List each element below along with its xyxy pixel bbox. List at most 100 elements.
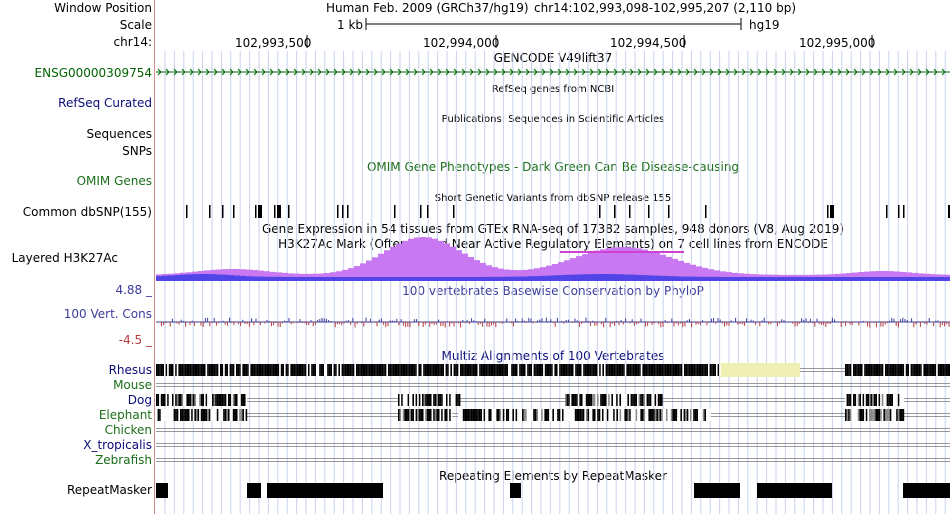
alignment-block <box>402 394 405 406</box>
alignment-block <box>204 394 206 406</box>
alignment-block <box>851 364 853 376</box>
alignment-block <box>415 409 418 421</box>
alignment-block <box>581 394 583 406</box>
alignment-block <box>482 409 484 421</box>
alignment-block <box>550 409 553 421</box>
alignment-block <box>415 394 418 406</box>
alignment-block <box>688 409 690 421</box>
alignment-block <box>861 394 863 406</box>
alignment-block <box>453 364 456 376</box>
alignment-block <box>168 364 171 376</box>
alignment-block <box>617 394 620 406</box>
alignment-block <box>696 364 699 376</box>
alignment-block <box>854 364 857 376</box>
alignment-block <box>466 364 468 376</box>
alignment-block <box>433 394 435 406</box>
alignment-block <box>204 409 206 421</box>
alignment-block <box>433 409 435 421</box>
alignment-block <box>407 409 410 421</box>
alignment-block <box>480 409 482 421</box>
alignment-block <box>910 364 913 376</box>
alignment-block <box>459 409 462 421</box>
alignment-block <box>654 409 657 421</box>
alignment-block <box>301 364 304 376</box>
alignment-block <box>493 409 495 421</box>
snp-tick <box>186 205 188 218</box>
alignment-block <box>370 364 372 376</box>
alignment-block <box>848 409 850 421</box>
alignment-block <box>213 409 216 421</box>
alignment-block <box>191 409 193 421</box>
alignment-block <box>896 394 898 406</box>
alignment-block <box>386 364 388 376</box>
alignment-block <box>565 364 568 376</box>
alignment-block <box>407 394 410 406</box>
alignment-block <box>870 364 873 376</box>
alignment-block <box>404 394 406 406</box>
alignment-block <box>470 409 473 421</box>
alignment-block <box>216 409 219 421</box>
alignment-block <box>507 409 510 421</box>
alignment-block <box>290 364 292 376</box>
alignment-block <box>412 409 414 421</box>
alignment-block <box>602 364 604 376</box>
alignment-block <box>861 409 863 421</box>
alignment-block <box>655 364 657 376</box>
alignment-block <box>509 364 512 376</box>
alignment-block <box>648 364 651 376</box>
alignment-block <box>878 394 881 406</box>
alignment-block <box>587 394 589 406</box>
genome-browser-image[interactable]: Window Position Scale chr14: Human Feb. … <box>0 0 950 514</box>
alignment-block <box>178 364 180 376</box>
alignment-block <box>869 364 871 376</box>
alignment-block <box>428 364 430 376</box>
alignment-block <box>498 364 500 376</box>
alignment-block <box>431 394 434 406</box>
snp-tick <box>827 205 829 218</box>
alignment-block <box>501 409 503 421</box>
alignment-block <box>901 394 903 406</box>
alignment-block <box>630 394 633 406</box>
alignment-block <box>479 364 481 376</box>
alignment-block <box>523 409 526 421</box>
alignment-block <box>432 364 435 376</box>
alignment-block <box>414 409 416 421</box>
alignment-block <box>234 364 236 376</box>
alignment-block <box>224 364 227 376</box>
alignment-block <box>608 409 610 421</box>
alignment-block <box>902 394 905 406</box>
alignment-block <box>464 364 467 376</box>
alignment-block <box>664 409 666 421</box>
alignment-block <box>592 394 594 406</box>
alignment-block <box>656 364 659 376</box>
alignment-block <box>398 409 400 421</box>
alignment-block <box>864 394 866 406</box>
alignment-block <box>622 394 625 406</box>
alignment-block <box>229 394 232 406</box>
alignment-block <box>446 394 448 406</box>
alignment-block <box>936 364 938 376</box>
alignment-block <box>894 394 897 406</box>
alignment-block <box>324 364 326 376</box>
alignment-block <box>232 364 235 376</box>
alignment-block <box>632 394 634 406</box>
alignment-block <box>883 394 885 406</box>
alignment-block <box>675 409 678 421</box>
snp-tick <box>427 205 429 218</box>
alignment-block <box>619 409 622 421</box>
alignment-block <box>621 409 623 421</box>
alignment-block <box>207 409 209 421</box>
alignment-block <box>424 364 427 376</box>
alignment-block <box>440 364 443 376</box>
track-graphics <box>156 18 950 514</box>
alignment-block <box>598 394 601 406</box>
alignment-block <box>644 364 646 376</box>
alignment-block <box>880 409 882 421</box>
alignment-block <box>605 364 608 376</box>
alignment-block <box>687 364 689 376</box>
alignment-block <box>937 364 940 376</box>
alignment-block <box>418 364 420 376</box>
alignment-block <box>483 409 486 421</box>
alignment-block <box>426 409 429 421</box>
alignment-block <box>584 394 586 406</box>
